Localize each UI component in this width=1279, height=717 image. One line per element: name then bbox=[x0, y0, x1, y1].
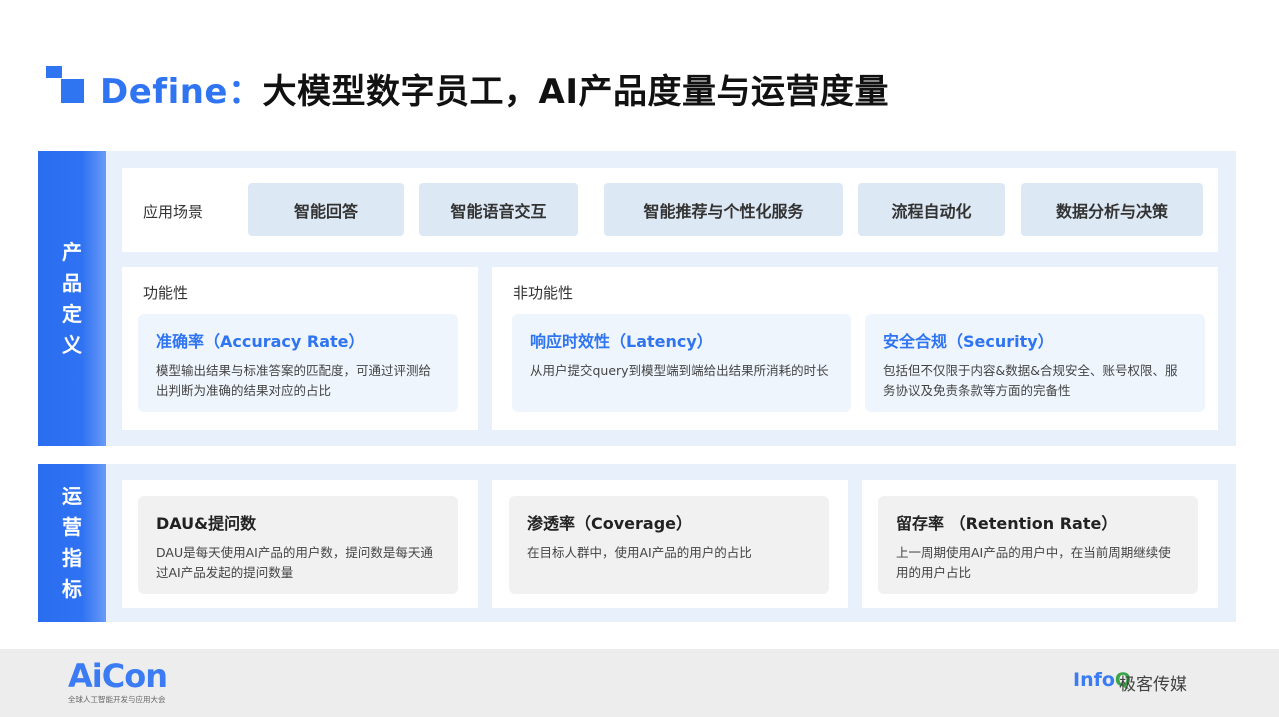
infoq-text: Info bbox=[1073, 669, 1115, 691]
metric-card: 安全合规（Security） 包括但不仅限于内容&数据&合规安全、账号权限、服务… bbox=[865, 314, 1205, 412]
card-desc: 上一周期使用AI产品的用户中，在当前周期继续使用的用户占比 bbox=[896, 545, 1171, 580]
product-side-label: 产 品 定 义 bbox=[38, 151, 106, 446]
card-desc: 包括但不仅限于内容&数据&合规安全、账号权限、服务协议及免责条款等方面的完备性 bbox=[883, 363, 1178, 398]
aicon-subtitle: 全球人工智能开发与应用大会 bbox=[68, 695, 166, 704]
side-char: 指 bbox=[62, 546, 82, 570]
side-char: 义 bbox=[62, 332, 82, 357]
ops-box: 渗透率（Coverage） 在目标人群中，使用AI产品的用户的占比 bbox=[492, 480, 848, 608]
metric-card: 留存率 （Retention Rate） 上一周期使用AI产品的用户中，在当前周… bbox=[878, 496, 1198, 594]
functional-box: 功能性 准确率（Accuracy Rate） 模型输出结果与标准答案的匹配度，可… bbox=[122, 267, 478, 430]
card-title: 响应时效性（Latency） bbox=[530, 332, 713, 351]
title-en: Define： bbox=[100, 72, 263, 112]
aicon-logo: AiCon bbox=[68, 657, 168, 695]
card-title: DAU&提问数 bbox=[156, 514, 257, 533]
card-desc: 在目标人群中，使用AI产品的用户的占比 bbox=[527, 545, 752, 560]
card-desc: 模型输出结果与标准答案的匹配度，可通过评测给出判断为准确的结果对应的占比 bbox=[156, 363, 432, 398]
metric-card: 准确率（Accuracy Rate） 模型输出结果与标准答案的匹配度，可通过评测… bbox=[138, 314, 458, 412]
metric-card: 渗透率（Coverage） 在目标人群中，使用AI产品的用户的占比 bbox=[509, 496, 829, 594]
footer: AiCon 全球人工智能开发与应用大会 InfoQ 极客传媒 bbox=[0, 649, 1279, 717]
ops-side-label: 运 营 指 标 bbox=[38, 464, 106, 622]
scenario-pill: 智能推荐与个性化服务 bbox=[604, 183, 843, 236]
scenario-pill: 流程自动化 bbox=[858, 183, 1005, 236]
ops-metrics-section: 运 营 指 标 DAU&提问数 DAU是每天使用AI产品的用户数，提问数是每天通… bbox=[38, 464, 1236, 622]
side-char: 标 bbox=[62, 577, 82, 601]
nonfunctional-label: 非功能性 bbox=[513, 284, 574, 302]
functional-label: 功能性 bbox=[143, 284, 189, 302]
side-char: 品 bbox=[62, 270, 82, 295]
side-char: 产 bbox=[62, 239, 82, 264]
scenario-pill: 数据分析与决策 bbox=[1021, 183, 1203, 236]
card-title: 渗透率（Coverage） bbox=[527, 514, 693, 533]
scenario-pill: 智能语音交互 bbox=[419, 183, 578, 236]
ops-box: DAU&提问数 DAU是每天使用AI产品的用户数，提问数是每天通过AI产品发起的… bbox=[122, 480, 478, 608]
metric-card: 响应时效性（Latency） 从用户提交query到模型端到端给出结果所消耗的时… bbox=[512, 314, 851, 412]
card-title: 留存率 （Retention Rate） bbox=[896, 514, 1118, 533]
ops-box: 留存率 （Retention Rate） 上一周期使用AI产品的用户中，在当前周… bbox=[862, 480, 1218, 608]
scenario-pill: 智能回答 bbox=[248, 183, 404, 236]
title-cn: 大模型数字员工，AI产品度量与运营度量 bbox=[262, 72, 889, 112]
card-desc: 从用户提交query到模型端到端给出结果所消耗的时长 bbox=[530, 363, 829, 378]
logo-square-icon bbox=[46, 66, 62, 78]
product-definition-section: 产 品 定 义 应用场景 智能回答 智能语音交互 智能推荐与个性化服务 流程自动… bbox=[38, 151, 1236, 446]
nonfunctional-box: 非功能性 响应时效性（Latency） 从用户提交query到模型端到端给出结果… bbox=[492, 267, 1218, 430]
logo-square-icon bbox=[61, 79, 84, 103]
card-title: 准确率（Accuracy Rate） bbox=[156, 332, 365, 351]
side-char: 营 bbox=[62, 515, 82, 539]
geek-media-label: 极客传媒 bbox=[1119, 675, 1187, 695]
card-desc: DAU是每天使用AI产品的用户数，提问数是每天通过AI产品发起的提问数量 bbox=[156, 545, 433, 580]
scenario-row: 应用场景 智能回答 智能语音交互 智能推荐与个性化服务 流程自动化 数据分析与决… bbox=[122, 168, 1218, 252]
side-char: 定 bbox=[62, 301, 82, 326]
side-char: 运 bbox=[62, 484, 82, 508]
metric-card: DAU&提问数 DAU是每天使用AI产品的用户数，提问数是每天通过AI产品发起的… bbox=[138, 496, 458, 594]
scenario-label: 应用场景 bbox=[143, 203, 204, 221]
page-title: Define：大模型数字员工，AI产品度量与运营度量 bbox=[100, 64, 889, 113]
card-title: 安全合规（Security） bbox=[883, 332, 1054, 351]
